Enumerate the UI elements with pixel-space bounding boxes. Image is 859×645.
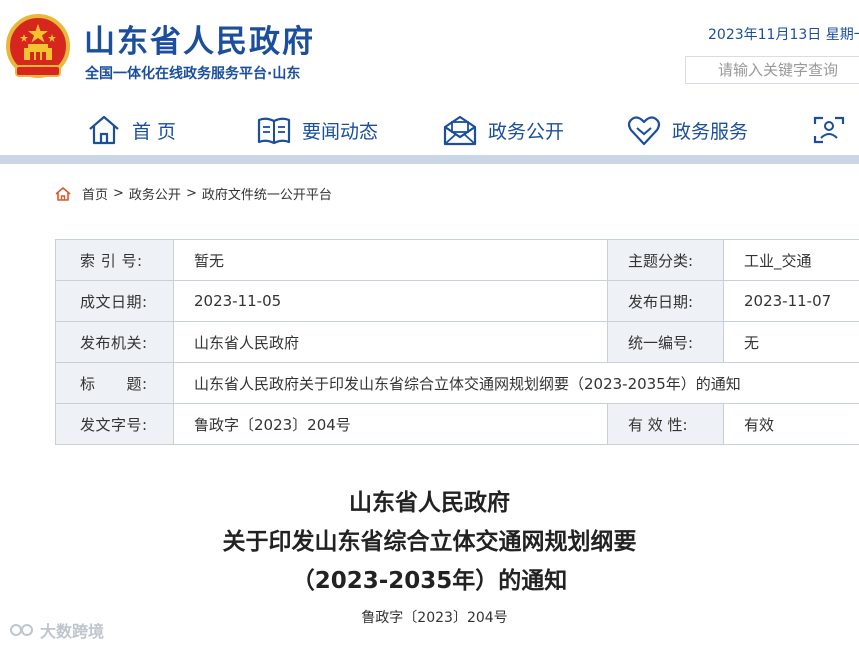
breadcrumb-open-affairs[interactable]: 政务公开 <box>129 184 181 203</box>
table-row: 发布机关: 山东省人民政府 统一编号: 无 <box>55 321 859 363</box>
index-label: 索 引 号: <box>55 239 174 281</box>
nav-item-home[interactable]: 首 页 <box>86 104 176 156</box>
validity-value: 有效 <box>723 403 859 445</box>
validity-label: 有 效 性: <box>607 403 724 445</box>
created-date-value: 2023-11-05 <box>173 280 608 322</box>
published-date-value: 2023-11-07 <box>723 280 859 322</box>
index-value: 暂无 <box>173 239 608 281</box>
document-title-line-2: 关于印发山东省综合立体交通网规划纲要 <box>222 529 637 555</box>
table-row: 成文日期: 2023-11-05 发布日期: 2023-11-07 <box>55 280 859 322</box>
doc-number-label: 发文字号: <box>55 403 174 445</box>
header-divider-band <box>0 155 859 164</box>
breadcrumb: 首页 > 政务公开 > 政府文件统一公开平台 <box>54 184 332 203</box>
created-date-label: 成文日期: <box>55 280 174 322</box>
document-number: 鲁政字〔2023〕204号 <box>361 610 508 626</box>
nav-label-home: 首 页 <box>132 120 177 143</box>
breadcrumb-separator: > <box>113 186 124 201</box>
nav-item-news[interactable]: 要闻动态 <box>256 104 378 156</box>
watermark: 大数跨境 <box>10 618 104 642</box>
site-title[interactable]: 山东省人民政府 <box>84 16 315 61</box>
site-subtitle: 全国一体化在线政务服务平台·山东 <box>85 66 301 82</box>
home-icon <box>89 115 119 145</box>
open-mailbox-icon <box>443 115 477 146</box>
breadcrumb-home[interactable]: 首页 <box>82 184 108 203</box>
doc-number-value: 鲁政字〔2023〕204号 <box>173 403 608 445</box>
breadcrumb-document-platform[interactable]: 政府文件统一公开平台 <box>202 184 332 203</box>
topic-label: 主题分类: <box>607 239 724 281</box>
main-nav: 首 页 要闻动态 政务公开 政务服务 <box>0 104 859 156</box>
nav-label-services: 政务服务 <box>672 120 749 143</box>
issuer-label: 发布机关: <box>55 321 174 363</box>
nav-item-open-affairs[interactable]: 政务公开 <box>442 104 564 156</box>
document-meta-table: 索 引 号: 暂无 主题分类: 工业_交通 成文日期: 2023-11-05 发… <box>55 239 859 445</box>
breadcrumb-separator: > <box>185 186 197 201</box>
nav-item-services[interactable]: 政务服务 <box>626 104 748 156</box>
search-box[interactable] <box>685 56 859 84</box>
topic-value: 工业_交通 <box>723 239 859 281</box>
table-row: 标 题: 山东省人民政府关于印发山东省综合立体交通网规划纲要（2023-2035… <box>55 362 859 404</box>
national-emblem-icon <box>6 14 70 78</box>
document-title-line-1: 山东省人民政府 <box>349 490 510 516</box>
news-book-icon <box>257 117 291 145</box>
heart-service-icon <box>627 116 661 146</box>
site-header: 山东省人民政府 全国一体化在线政务服务平台·山东 2023年11月13日 星期一… <box>0 0 859 162</box>
published-date-label: 发布日期: <box>607 280 724 322</box>
table-row: 索 引 号: 暂无 主题分类: 工业_交通 <box>55 239 859 281</box>
interaction-icon <box>813 116 845 144</box>
serial-label: 统一编号: <box>607 321 724 363</box>
title-value: 山东省人民政府关于印发山东省综合立体交通网规划纲要（2023-2035年）的通知 <box>173 362 859 404</box>
nav-item-interaction[interactable] <box>811 104 857 156</box>
current-date: 2023年11月13日 星期一 <box>708 27 859 43</box>
issuer-value: 山东省人民政府 <box>173 321 608 363</box>
search-input[interactable] <box>686 57 859 83</box>
nav-label-open-affairs: 政务公开 <box>488 120 565 143</box>
nav-label-news: 要闻动态 <box>302 120 379 143</box>
breadcrumb-home-icon[interactable] <box>54 185 72 203</box>
document-title-line-3: （2023-2035年）的通知 <box>291 568 568 594</box>
watermark-text: 大数跨境 <box>40 622 105 641</box>
table-row: 发文字号: 鲁政字〔2023〕204号 有 效 性: 有效 <box>55 403 859 445</box>
title-label: 标 题: <box>55 362 174 404</box>
document-heading: 山东省人民政府 关于印发山东省综合立体交通网规划纲要 （2023-2035年）的… <box>0 484 859 601</box>
watermark-logo-icon <box>10 624 33 636</box>
serial-value: 无 <box>723 321 859 363</box>
